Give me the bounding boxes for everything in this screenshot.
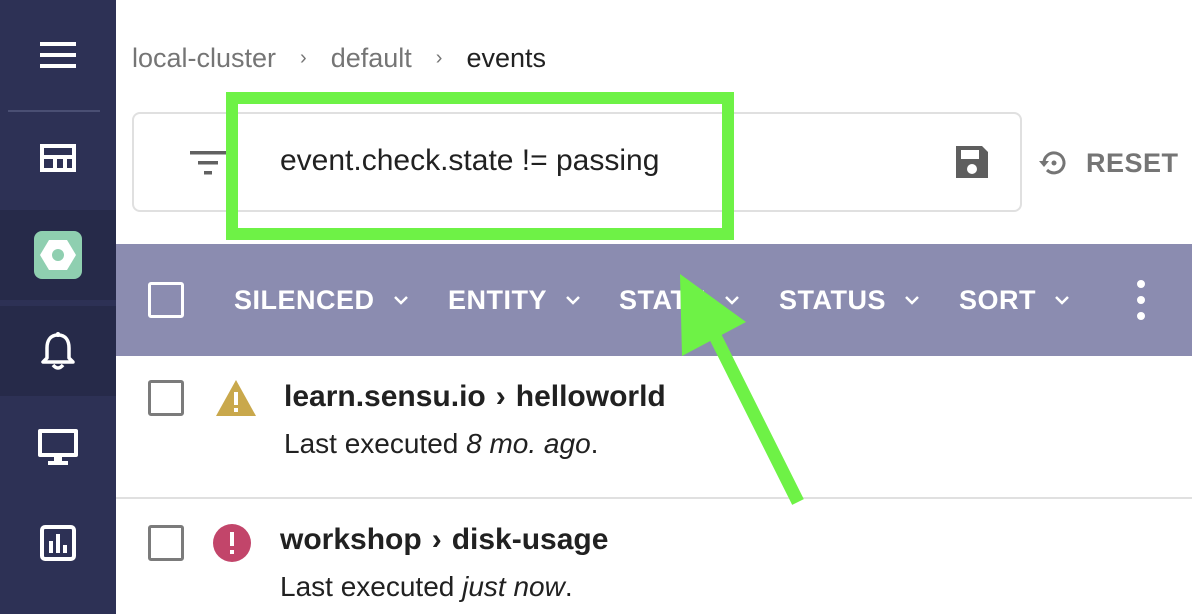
select-all-checkbox[interactable] [148,282,184,318]
status-filter-label: STATUS [779,284,886,315]
entity-name[interactable]: learn.sensu.io [284,380,486,413]
entity-filter-button[interactable]: ENTITY [448,280,581,320]
event-row-checkbox[interactable] [148,380,184,416]
chevron-down-icon [905,296,919,305]
search-input[interactable]: event.check.state != passing [280,144,659,178]
status-filter-button[interactable]: STATUS [779,280,920,320]
last-executed-text: Last executed just now. [280,571,573,603]
warning-icon [216,380,256,416]
cluster-badge [34,231,82,279]
title-separator: › [495,380,506,413]
sidebar-item-dashboard[interactable] [0,113,116,203]
events-toolbar: SILENCED ENTITY STATE STATUS SORT [116,244,1192,356]
last-executed-text: Last executed 8 mo. ago. [284,428,598,460]
more-vert-icon[interactable] [1132,280,1150,320]
reset-button[interactable]: RESET [1036,140,1179,186]
last-executed-period: . [564,571,573,602]
state-filter-button[interactable]: STATE [619,280,740,320]
bell-icon [41,332,75,370]
menu-button[interactable] [0,10,116,100]
last-executed-time: just now [462,571,565,602]
entity-filter-label: ENTITY [448,284,548,315]
menu-icon [40,42,76,68]
sidebar-item-cluster[interactable] [0,210,116,300]
sidebar-divider [8,110,100,112]
search-bar: event.check.state != passing [132,112,1022,212]
history-icon [1039,151,1066,175]
sort-button[interactable]: SORT [959,280,1070,320]
last-executed-label: Last executed [284,428,467,459]
save-icon[interactable] [952,142,992,182]
dashboard-icon [40,144,76,172]
entity-name[interactable]: workshop [280,523,422,556]
event-row[interactable]: learn.sensu.io › helloworld Last executed … [116,356,1192,497]
chevron-down-icon [725,296,739,305]
state-filter-label: STATE [619,284,706,315]
critical-icon [213,524,251,562]
event-title[interactable]: learn.sensu.io › helloworld [284,380,666,414]
breadcrumb-current: events [466,42,547,73]
sort-label: SORT [959,284,1037,315]
sidebar-item-events[interactable] [0,306,116,396]
last-executed-time: 8 mo. ago [466,428,591,459]
chevron-down-icon [1055,296,1069,305]
title-separator: › [431,523,442,556]
sidebar-item-metrics[interactable] [0,498,116,588]
filter-icon[interactable] [188,148,228,178]
sidebar [0,0,116,614]
event-row[interactable]: workshop › disk-usage Last executed just n… [116,499,1192,614]
last-executed-period: . [590,428,599,459]
event-title[interactable]: workshop › disk-usage [280,523,608,557]
check-name[interactable]: helloworld [516,380,666,413]
monitor-icon [38,429,78,465]
cluster-hexagon-icon [40,240,76,270]
breadcrumb-separator: › [300,46,307,69]
chevron-down-icon [393,296,408,305]
breadcrumb: local-cluster › default › events [132,40,546,76]
last-executed-label: Last executed [280,571,463,602]
chevron-down-icon [566,296,580,305]
reset-label: RESET [1086,147,1179,178]
sidebar-item-entities[interactable] [0,402,116,492]
silenced-filter-button[interactable]: SILENCED [234,280,409,320]
silenced-filter-label: SILENCED [234,284,375,315]
bar-chart-icon [40,525,76,561]
breadcrumb-namespace[interactable]: default [331,43,412,74]
check-name[interactable]: disk-usage [452,523,609,556]
event-row-checkbox[interactable] [148,525,184,561]
breadcrumb-cluster[interactable]: local-cluster [132,43,276,74]
breadcrumb-separator: › [435,46,443,69]
